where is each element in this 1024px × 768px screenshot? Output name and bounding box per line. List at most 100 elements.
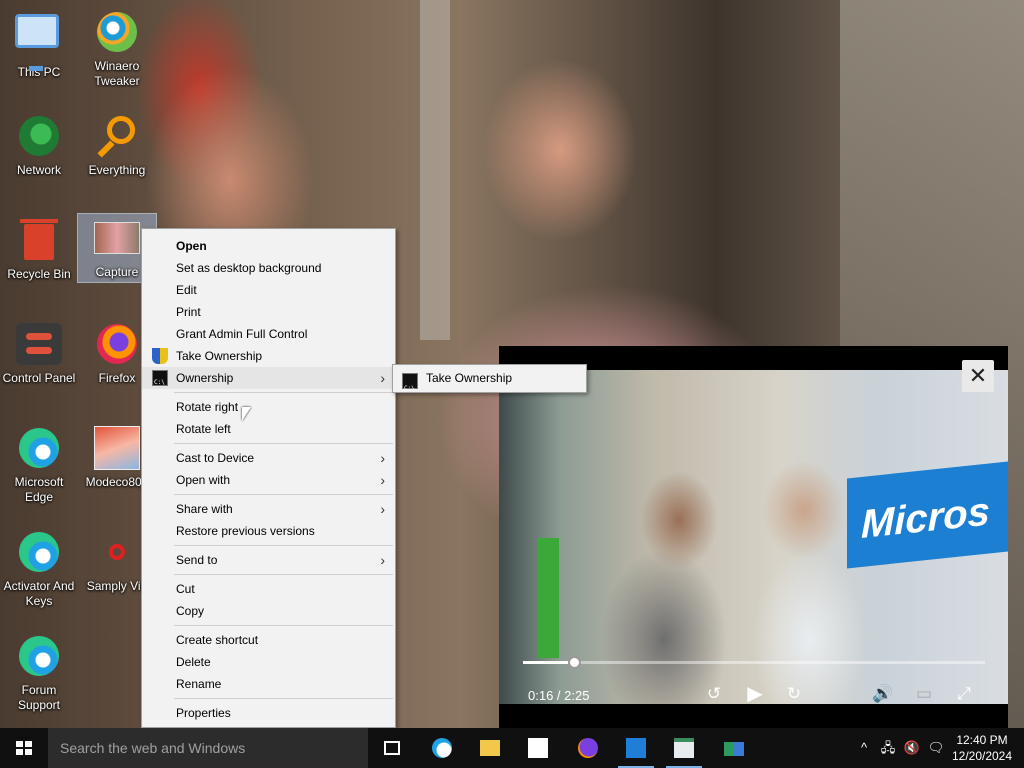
network-tray-icon[interactable]: 🖧 xyxy=(876,728,900,768)
image-thumbnail-icon xyxy=(93,214,141,262)
menu-item-open[interactable]: Open xyxy=(142,235,395,257)
volume-icon[interactable]: 🔊 xyxy=(870,681,896,707)
close-icon[interactable]: ✕ xyxy=(962,360,994,392)
taskbar-store[interactable] xyxy=(514,728,562,768)
edge-icon xyxy=(15,632,63,680)
firefox-icon xyxy=(93,320,141,368)
menu-item-label: Create shortcut xyxy=(176,633,259,647)
menu-item-open-with[interactable]: Open with › xyxy=(142,469,395,491)
chevron-right-icon: › xyxy=(380,370,385,386)
video-player[interactable]: Micros ✕ 0:16 / 2:25 ↺ ▶ ↻ 🔊 ▭ ⤢ xyxy=(499,346,1008,728)
menu-item-rotate-right[interactable]: Rotate right xyxy=(142,396,395,418)
firefox-icon xyxy=(578,738,598,758)
video-scene-banner: Micros xyxy=(847,461,1008,569)
control-panel-icon xyxy=(15,320,63,368)
menu-item-label: Ownership xyxy=(176,371,234,385)
menu-item-print[interactable]: Print xyxy=(142,301,395,323)
store-icon xyxy=(528,738,548,758)
chevron-up-icon[interactable]: ^ xyxy=(853,728,875,768)
rewind-10-icon[interactable]: ↺ xyxy=(701,681,727,707)
edge-icon xyxy=(15,424,63,472)
menu-separator xyxy=(174,443,393,444)
windows-logo-icon xyxy=(16,741,32,755)
menu-item-label: Rotate left xyxy=(176,422,231,436)
recycle-bin-icon xyxy=(15,216,63,264)
desktop-icon-recycle-bin[interactable]: Recycle Bin xyxy=(0,216,78,282)
menu-item-label: Properties xyxy=(176,706,231,720)
command-prompt-icon xyxy=(152,370,168,394)
taskbar-edge[interactable] xyxy=(418,728,466,768)
play-icon[interactable]: ▶ xyxy=(742,681,768,707)
menu-item-label: Send to xyxy=(176,553,218,567)
menu-item-copy[interactable]: Copy xyxy=(142,600,395,622)
menu-item-share-with[interactable]: Share with › xyxy=(142,498,395,520)
volume-muted-icon[interactable]: 🔇 xyxy=(900,728,924,768)
captions-icon[interactable]: ▭ xyxy=(911,681,937,707)
clock-time: 12:40 PM xyxy=(956,733,1008,747)
task-view-button[interactable] xyxy=(368,728,416,768)
desktop-icon-label: Forum Support xyxy=(17,683,61,712)
search-box[interactable]: Search the web and Windows xyxy=(48,728,368,768)
desktop-icon-microsoft-edge[interactable]: Microsoft Edge xyxy=(0,424,78,505)
desktop-icon-forum-support[interactable]: Forum Support xyxy=(0,632,78,713)
seek-handle[interactable] xyxy=(567,656,581,669)
taskbar-settings-app[interactable] xyxy=(612,728,660,768)
menu-item-cut[interactable]: Cut xyxy=(142,578,395,600)
menu-item-rename[interactable]: Rename xyxy=(142,673,395,695)
menu-item-restore-previous[interactable]: Restore previous versions xyxy=(142,520,395,542)
winaero-icon xyxy=(93,8,141,56)
edge-icon xyxy=(432,738,452,758)
menu-item-edit[interactable]: Edit xyxy=(142,279,395,301)
ownership-submenu: Take Ownership xyxy=(392,364,587,402)
desktop-icon-label: Network xyxy=(16,163,61,177)
menu-item-grant-admin[interactable]: Grant Admin Full Control xyxy=(142,323,395,345)
taskbar-chart-app[interactable] xyxy=(710,728,758,768)
desktop-icon-label: Recycle Bin xyxy=(7,267,71,281)
menu-item-label: Take Ownership xyxy=(176,349,263,363)
menu-item-ownership[interactable]: Ownership › xyxy=(142,367,395,394)
wallpaper-door xyxy=(420,0,450,340)
command-prompt-icon xyxy=(402,373,418,402)
seek-bar[interactable] xyxy=(523,656,985,669)
menu-item-label: Open xyxy=(176,239,207,253)
video-banner-text: Micros xyxy=(861,489,990,547)
desktop-icon-activator[interactable]: Activator And Keys xyxy=(0,528,78,609)
menu-item-create-shortcut[interactable]: Create shortcut xyxy=(142,629,395,651)
menu-item-label: Grant Admin Full Control xyxy=(176,327,308,341)
task-view-icon xyxy=(384,741,400,755)
desktop-icon-winaero-tweaker[interactable]: Winaero Tweaker xyxy=(78,8,156,89)
start-button[interactable] xyxy=(0,728,48,768)
menu-item-cast-to-device[interactable]: Cast to Device › xyxy=(142,447,395,469)
taskbar-firefox[interactable] xyxy=(564,728,612,768)
menu-item-label: Delete xyxy=(176,655,211,669)
menu-item-properties[interactable]: Properties xyxy=(142,702,395,724)
taskbar-window-app[interactable] xyxy=(660,728,708,768)
menu-separator xyxy=(174,698,393,699)
menu-item-set-desktop-background[interactable]: Set as desktop background xyxy=(142,257,395,279)
notification-icon[interactable]: 🗨 xyxy=(924,728,948,768)
submenu-item-take-ownership[interactable]: Take Ownership xyxy=(393,365,586,402)
menu-separator xyxy=(174,625,393,626)
menu-item-label: Set as desktop background xyxy=(176,261,322,275)
time-readout: 0:16 / 2:25 xyxy=(528,688,590,703)
desktop-icon-everything[interactable]: Everything xyxy=(78,112,156,178)
fullscreen-icon[interactable]: ⤢ xyxy=(951,681,977,707)
taskbar-file-explorer[interactable] xyxy=(466,728,514,768)
chevron-right-icon: › xyxy=(380,472,385,488)
video-frame[interactable]: Micros xyxy=(499,370,1008,704)
menu-item-delete[interactable]: Delete xyxy=(142,651,395,673)
seek-bar-progress xyxy=(523,661,574,664)
chart-app-icon xyxy=(724,742,744,756)
clock[interactable]: 12:40 PM 12/20/2024 xyxy=(950,732,1014,764)
forward-10-icon[interactable]: ↻ xyxy=(781,681,807,707)
taskbar: Search the web and Windows ^ 🖧 🔇 🗨 12:40… xyxy=(0,728,1024,768)
menu-item-send-to[interactable]: Send to › xyxy=(142,549,395,571)
menu-separator xyxy=(174,545,393,546)
menu-item-take-ownership[interactable]: Take Ownership xyxy=(142,345,395,367)
menu-item-rotate-left[interactable]: Rotate left xyxy=(142,418,395,440)
desktop-icon-this-pc[interactable]: This PC xyxy=(0,8,78,80)
desktop-icon-network[interactable]: Network xyxy=(0,112,78,178)
anime-image-icon xyxy=(93,424,141,472)
menu-item-label: Print xyxy=(176,305,201,319)
desktop-icon-control-panel[interactable]: Control Panel xyxy=(0,320,78,386)
